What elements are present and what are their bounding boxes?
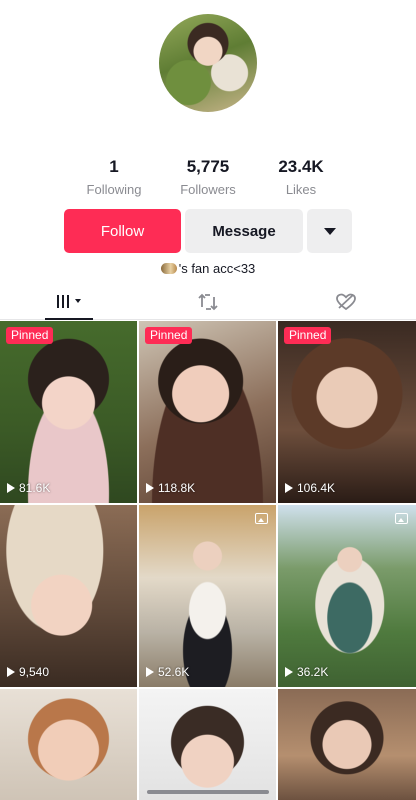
pinned-badge: Pinned (284, 327, 332, 344)
message-button[interactable]: Message (185, 209, 303, 253)
profile-avatar[interactable] (159, 14, 257, 112)
bio-text: 's fan acc<33 (178, 261, 256, 276)
pinned-badge: Pinned (6, 327, 54, 344)
video-tile[interactable]: Pinned 81.6K (0, 321, 137, 503)
stat-likes[interactable]: 23.4K Likes (246, 156, 356, 200)
photo-icon (395, 513, 408, 524)
play-icon (7, 483, 15, 493)
video-grid: Pinned 81.6K Pinned 118.8K Pinned 106.4K… (0, 321, 416, 800)
video-tile[interactable]: 9,540 (0, 505, 137, 687)
video-tile[interactable]: Pinned 106.4K (278, 321, 416, 503)
content-tabs (0, 284, 416, 320)
view-count-text: 9,540 (19, 665, 50, 679)
video-tile[interactable] (139, 689, 276, 800)
photo-icon (255, 513, 268, 524)
profile-bio: 's fan acc<33 (0, 261, 416, 276)
pinned-badge: Pinned (145, 327, 193, 344)
view-count: 81.6K (7, 481, 50, 495)
video-tile[interactable]: Pinned 118.8K (139, 321, 276, 503)
follow-button[interactable]: Follow (64, 209, 181, 253)
repost-icon (198, 293, 218, 311)
likes-label: Likes (285, 182, 317, 197)
play-icon (146, 483, 154, 493)
liked-icon (336, 293, 356, 311)
caret-down-icon (323, 227, 336, 235)
view-count: 52.6K (146, 665, 189, 679)
play-icon (146, 667, 154, 677)
view-count: 118.8K (146, 481, 195, 495)
tab-liked[interactable] (322, 284, 370, 320)
play-icon (285, 483, 293, 493)
play-icon (285, 667, 293, 677)
tab-videos[interactable] (45, 284, 93, 320)
view-count: 106.4K (285, 481, 335, 495)
emoji-icon (160, 263, 177, 274)
profile-stats: 1 Following 5,775 Followers 23.4K Likes (0, 156, 416, 200)
view-count-text: 118.8K (158, 481, 196, 495)
view-count-text: 81.6K (19, 481, 51, 495)
likes-count: 23.4K (278, 157, 324, 176)
view-count: 36.2K (285, 665, 328, 679)
video-tile[interactable]: 36.2K (278, 505, 416, 687)
video-tile[interactable] (0, 689, 137, 800)
video-tile[interactable]: 52.6K (139, 505, 276, 687)
view-count-text: 52.6K (158, 665, 190, 679)
play-icon (7, 667, 15, 677)
view-count-text: 36.2K (297, 665, 329, 679)
view-count: 9,540 (7, 665, 49, 679)
view-count-text: 106.4K (297, 481, 336, 495)
video-tile[interactable] (278, 689, 416, 800)
more-options-button[interactable] (307, 209, 352, 253)
grid-icon (57, 294, 81, 308)
tab-reposts[interactable] (184, 284, 232, 320)
home-indicator[interactable] (147, 790, 269, 794)
